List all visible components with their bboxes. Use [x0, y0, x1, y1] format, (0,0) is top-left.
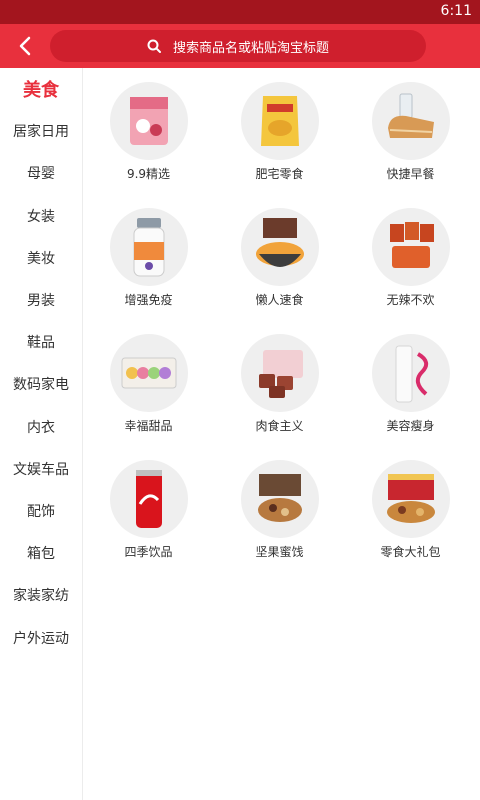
- category-tile[interactable]: 9.9精选: [83, 82, 214, 182]
- nuts-gift-box-icon: [240, 460, 319, 538]
- sidebar-item-label: 居家日用: [13, 124, 69, 141]
- category-label: 增强免疫: [124, 293, 173, 307]
- snack-gift-pack-icon: [371, 460, 450, 538]
- sidebar-item-beauty[interactable]: 美妆: [0, 237, 82, 279]
- category-label: 肥宅零食: [255, 167, 304, 181]
- category-tile[interactable]: 四季饮品: [83, 460, 214, 560]
- chips-bag-icon: [240, 82, 319, 160]
- sidebar-item-label: 女装: [27, 208, 55, 225]
- sidebar-item-bags[interactable]: 箱包: [0, 532, 82, 574]
- category-label: 美容瘦身: [386, 419, 435, 433]
- sidebar-item-food[interactable]: 美食: [0, 68, 82, 110]
- sidebar-item-label: 鞋品: [27, 335, 55, 352]
- back-arrow-icon: [19, 36, 31, 56]
- sidebar-item-label: 箱包: [27, 546, 55, 563]
- back-button[interactable]: [10, 31, 40, 61]
- subcategory-grid: 9.9精选 肥宅零食 快捷早餐 增强免疫 懒人速食 无辣不欢 幸福甜品 肉食主义…: [83, 82, 480, 560]
- category-tile[interactable]: 美容瘦身: [345, 334, 476, 434]
- bread-icon: [371, 82, 450, 160]
- sidebar-item-shoes[interactable]: 鞋品: [0, 321, 82, 363]
- sidebar-item-entertainment-car[interactable]: 文娱车品: [0, 448, 82, 490]
- header-bar: 搜索商品名或粘贴淘宝标题: [0, 24, 480, 68]
- sidebar-item-label: 美食: [23, 80, 59, 102]
- sidebar-item-label: 内衣: [27, 419, 55, 436]
- sidebar-item-label: 美妆: [27, 250, 55, 267]
- category-tile[interactable]: 增强免疫: [83, 208, 214, 308]
- category-label: 无辣不欢: [386, 293, 435, 307]
- category-label: 肉食主义: [255, 419, 304, 433]
- search-placeholder: 搜索商品名或粘贴淘宝标题: [172, 40, 329, 56]
- macaron-box-icon: [109, 334, 188, 412]
- sidebar-item-label: 文娱车品: [13, 461, 69, 478]
- sidebar-item-mother-baby[interactable]: 母婴: [0, 152, 82, 194]
- snack-bag-icon: [109, 82, 188, 160]
- category-label: 幸福甜品: [124, 419, 173, 433]
- sidebar-item-womens-clothing[interactable]: 女装: [0, 195, 82, 237]
- sidebar-item-digital[interactable]: 数码家电: [0, 363, 82, 405]
- sidebar-item-label: 户外运动: [13, 630, 69, 647]
- sidebar-item-mens-clothing[interactable]: 男装: [0, 279, 82, 321]
- category-tile[interactable]: 零食大礼包: [345, 460, 476, 560]
- sidebar-item-accessories[interactable]: 配饰: [0, 490, 82, 532]
- category-label: 懒人速食: [255, 293, 304, 307]
- slimming-product-icon: [371, 334, 450, 412]
- category-tile[interactable]: 肉食主义: [214, 334, 345, 434]
- category-tile[interactable]: 肥宅零食: [214, 82, 345, 182]
- vitamin-bottle-icon: [109, 208, 188, 286]
- category-label: 快捷早餐: [386, 167, 435, 181]
- category-tile[interactable]: 幸福甜品: [83, 334, 214, 434]
- category-tile[interactable]: 懒人速食: [214, 208, 345, 308]
- status-bar: 6:11: [0, 0, 480, 24]
- category-sidebar: 美食 居家日用 母婴 女装 美妆 男装 鞋品 数码家电 内衣 文娱车品 配饰 箱…: [0, 68, 83, 800]
- sidebar-item-label: 家装家纺: [13, 588, 69, 605]
- category-label: 9.9精选: [126, 167, 171, 181]
- status-time: 6:11: [440, 3, 472, 19]
- sidebar-item-underwear[interactable]: 内衣: [0, 406, 82, 448]
- category-tile[interactable]: 坚果蜜饯: [214, 460, 345, 560]
- noodle-bowl-icon: [240, 208, 319, 286]
- sidebar-item-label: 母婴: [27, 166, 55, 183]
- category-tile[interactable]: 快捷早餐: [345, 82, 476, 182]
- sidebar-item-outdoor[interactable]: 户外运动: [0, 616, 82, 658]
- braised-meat-icon: [240, 334, 319, 412]
- sidebar-item-home-textile[interactable]: 家装家纺: [0, 574, 82, 616]
- search-bar[interactable]: 搜索商品名或粘贴淘宝标题: [50, 30, 426, 62]
- category-tile[interactable]: 无辣不欢: [345, 208, 476, 308]
- search-icon: [147, 39, 161, 53]
- sidebar-item-home-daily[interactable]: 居家日用: [0, 110, 82, 152]
- category-label: 四季饮品: [124, 545, 173, 559]
- spicy-snack-icon: [371, 208, 450, 286]
- soda-can-icon: [109, 460, 188, 538]
- sidebar-item-label: 数码家电: [13, 377, 69, 394]
- category-label: 坚果蜜饯: [255, 545, 304, 559]
- category-label: 零食大礼包: [380, 545, 441, 559]
- sidebar-item-label: 男装: [27, 293, 55, 310]
- sidebar-item-label: 配饰: [27, 503, 55, 520]
